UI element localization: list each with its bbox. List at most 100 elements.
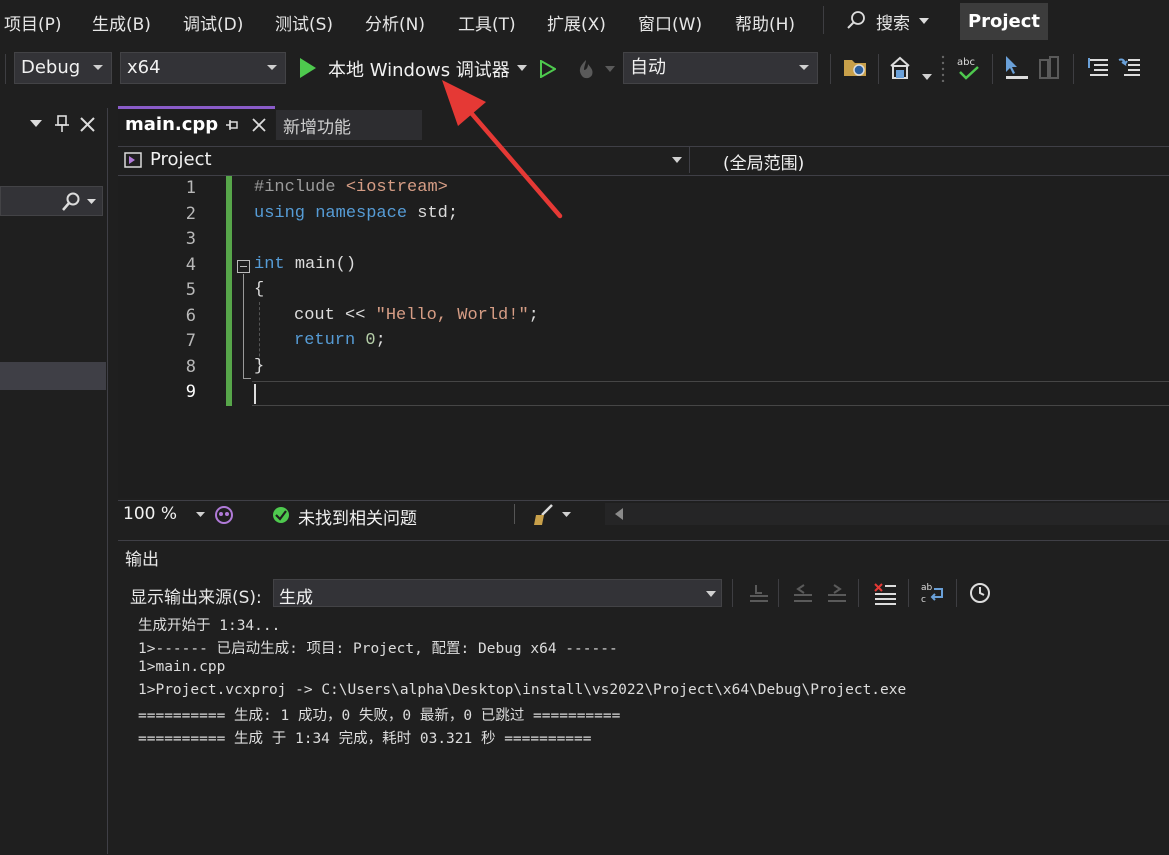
toolbar-separator	[830, 54, 831, 84]
output-source-label: 显示输出来源(S):	[130, 588, 262, 608]
output-toolbar-divider	[858, 579, 859, 607]
menu-analyze[interactable]: 分析(N)	[365, 10, 425, 35]
pin-icon[interactable]	[55, 115, 69, 133]
search-icon	[847, 11, 865, 29]
folder-search-icon[interactable]	[842, 54, 870, 82]
close-icon[interactable]	[80, 117, 95, 132]
code-line-8: }	[254, 357, 265, 376]
chevron-down-icon	[919, 18, 929, 24]
menu-debug[interactable]: 调试(D)	[183, 10, 243, 35]
selected-tree-item[interactable]	[0, 362, 106, 390]
output-line: ========== 生成 于 1:34 完成，耗时 03.321 秒 ====…	[138, 731, 592, 747]
current-line-highlight	[252, 381, 1169, 406]
outline-line	[243, 274, 244, 378]
navigation-bar: Project (全局范围)	[118, 146, 1169, 176]
status-divider	[514, 504, 515, 524]
line-number: 1	[185, 178, 196, 198]
code-editor[interactable]: 1 2 3 4 5 6 7 8 9 #include <iostream> us…	[118, 176, 1169, 498]
chevron-down-icon[interactable]	[30, 120, 42, 128]
step-cursor-icon[interactable]	[1002, 54, 1030, 82]
collapse-icon[interactable]	[237, 260, 250, 273]
editor-status-strip: 100 % 未找到相关问题	[118, 500, 1169, 529]
run-label: 本地 Windows 调试器	[328, 60, 510, 81]
output-line: ========== 生成: 1 成功，0 失败，0 最新，0 已跳过 ====…	[138, 708, 621, 724]
output-source-value: 生成	[279, 588, 313, 608]
chevron-down-icon	[706, 591, 716, 597]
search-button[interactable]: 搜索	[846, 8, 946, 36]
hot-reload-icon[interactable]	[574, 58, 598, 80]
outline-line	[243, 378, 251, 379]
search-icon	[62, 192, 80, 211]
chevron-down-icon	[672, 157, 682, 163]
chevron-down-icon[interactable]	[605, 66, 615, 72]
output-line: 1>main.cpp	[138, 659, 226, 675]
zoom-value: 100 %	[123, 504, 178, 524]
platform-dropdown[interactable]: x64	[120, 52, 286, 84]
window-layout-icon[interactable]	[888, 54, 916, 82]
chevron-down-icon[interactable]	[562, 512, 571, 518]
config-dropdown[interactable]: Debug	[14, 52, 112, 84]
menu-extensions[interactable]: 扩展(X)	[547, 10, 606, 35]
nav-scope-label: (全局范围)	[723, 154, 805, 174]
scroll-left-icon[interactable]	[615, 508, 623, 520]
auto-dropdown[interactable]: 自动	[623, 52, 818, 84]
clock-icon[interactable]	[968, 581, 992, 605]
code-line-1: #include <iostream>	[254, 178, 448, 197]
chevron-down-icon	[196, 512, 205, 517]
uncomment-lines-icon[interactable]	[1116, 54, 1144, 82]
bookmark-icon[interactable]	[1036, 54, 1064, 82]
line-number: 8	[185, 357, 196, 377]
word-wrap-icon[interactable]: ab c	[920, 581, 946, 605]
toolbar-separator	[878, 54, 879, 84]
menu-project[interactable]: 项目(P)	[4, 10, 62, 35]
next-message-icon[interactable]	[824, 581, 848, 605]
output-source-dropdown[interactable]: 生成	[273, 579, 722, 608]
menu-help[interactable]: 帮助(H)	[735, 10, 795, 35]
code-cleanup-icon[interactable]	[532, 503, 556, 527]
tab-main-cpp[interactable]: main.cpp	[118, 106, 275, 140]
toolbar-grip-icon	[941, 55, 945, 82]
goto-message-icon[interactable]	[746, 581, 770, 605]
annotation-arrow-icon	[442, 80, 563, 219]
pin-icon[interactable]	[226, 119, 238, 131]
output-toolbar-divider	[778, 579, 779, 607]
start-without-debugging-icon[interactable]	[540, 60, 556, 78]
toolbar-separator	[992, 54, 993, 84]
line-number: 4	[185, 255, 196, 275]
project-name-badge: Project	[960, 3, 1048, 40]
copilot-icon[interactable]	[213, 504, 235, 526]
nav-project-label: Project	[150, 149, 212, 170]
menu-tools[interactable]: 工具(T)	[458, 10, 516, 35]
clear-all-icon[interactable]	[872, 581, 898, 605]
svg-text:c: c	[921, 595, 926, 605]
output-toolbar-divider	[908, 579, 909, 607]
spell-check-icon[interactable]: abc	[954, 54, 982, 82]
menu-window[interactable]: 窗口(W)	[638, 10, 702, 35]
output-panel: 输出 显示输出来源(S): 生成 ab c 生成开始于 1:34... 1>--…	[118, 540, 1169, 855]
menu-build[interactable]: 生成(B)	[92, 10, 151, 35]
issues-status[interactable]: 未找到相关问题	[298, 504, 417, 529]
search-input[interactable]	[0, 186, 103, 216]
menu-bar: 项目(P) 生成(B) 调试(D) 测试(S) 分析(N) 工具(T) 扩展(X…	[0, 0, 1169, 44]
nav-divider	[689, 147, 690, 173]
tab-label: 新增功能	[283, 118, 351, 138]
chevron-down-icon[interactable]	[922, 74, 932, 80]
previous-message-icon[interactable]	[790, 581, 814, 605]
change-tracking-bar	[226, 176, 232, 406]
chevron-down-icon	[87, 199, 96, 204]
zoom-dropdown[interactable]: 100 %	[118, 502, 208, 528]
comment-lines-icon[interactable]	[1084, 54, 1112, 82]
global-scope-dropdown[interactable]: (全局范围)	[698, 147, 1169, 174]
svg-text:ab: ab	[921, 583, 933, 593]
code-line-6: cout << "Hello, World!";	[294, 306, 539, 325]
project-icon	[124, 152, 142, 168]
menu-test[interactable]: 测试(S)	[275, 10, 333, 35]
horizontal-scrollbar[interactable]	[605, 503, 1169, 525]
search-label: 搜索	[876, 14, 910, 34]
tab-whats-new[interactable]: 新增功能	[276, 110, 422, 140]
project-scope-dropdown[interactable]: Project	[118, 147, 688, 173]
close-icon[interactable]	[252, 118, 266, 132]
line-number: 3	[185, 229, 196, 249]
config-value: Debug	[21, 57, 81, 78]
play-icon	[300, 58, 316, 78]
